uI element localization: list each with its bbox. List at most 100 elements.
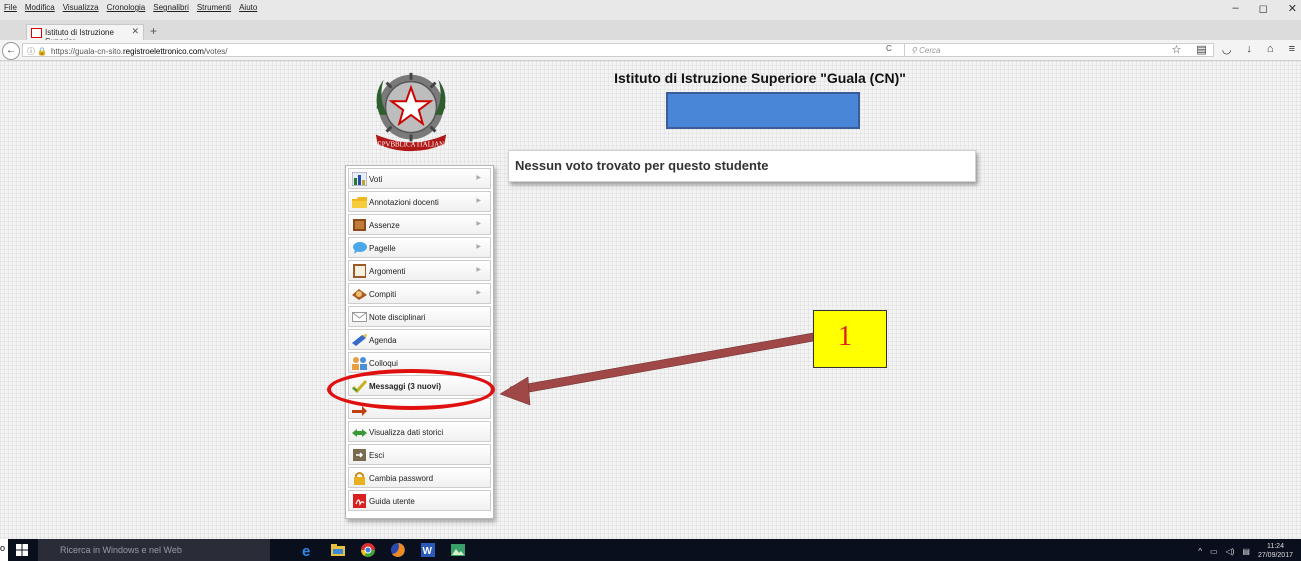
side-menu: Voti ▶ Annotazioni docenti ▶ Assenze ▶ P… [345, 165, 494, 519]
menu-item-cambia-password[interactable]: Cambia password [348, 467, 491, 488]
menu-aiuto[interactable]: Aiuto [239, 3, 257, 12]
tab-close-icon[interactable]: ✕ [131, 26, 139, 37]
notification-icon[interactable]: ▤ [1242, 547, 1250, 556]
search-icon: ⚲ [911, 46, 920, 55]
menu-item-note-disciplinari[interactable]: Note disciplinari [348, 306, 491, 327]
volume-icon[interactable]: ◁) [1226, 547, 1235, 556]
photos-icon[interactable] [450, 542, 466, 558]
clock-date: 27/09/2017 [1257, 552, 1293, 559]
clipboard-icon[interactable]: ▤ [1196, 43, 1206, 56]
redaction-block [666, 92, 860, 129]
menu-item-visualizza-dati-storici[interactable]: Visualizza dati storici [348, 421, 491, 442]
file-explorer-icon[interactable] [330, 542, 346, 558]
toolbar-icons: ☆ ▤ ◡ ↓ ⌂ ≡ [1172, 43, 1295, 56]
speech-bubble-icon [353, 242, 367, 254]
menu-item-compiti[interactable]: Compiti ▶ [348, 283, 491, 304]
browser-tab[interactable]: Istituto di Istruzione Superior ✕ [26, 24, 144, 46]
windows-start-icon[interactable] [16, 544, 28, 556]
url-path: /votes/ [203, 47, 228, 56]
menu-strumenti[interactable]: Strumenti [197, 3, 231, 12]
pdf-icon [353, 494, 366, 508]
menu-item-label: Pagelle [369, 244, 396, 253]
clock[interactable]: 11:24 27/09/2017 [1258, 542, 1293, 560]
page-content: REPVBBLICA ITALIANA Istituto di Istruzio… [0, 61, 1301, 539]
submenu-arrow-icon: ▶ [476, 198, 481, 204]
chart-icon [352, 172, 367, 186]
school-title: Istituto di Istruzione Superiore "Guala … [614, 70, 906, 86]
corner-mark: o [0, 543, 6, 553]
annotation-arrow [499, 332, 815, 406]
menu-item-label: Colloqui [369, 359, 398, 368]
edge-icon[interactable]: e [300, 542, 316, 558]
firefox-icon[interactable] [390, 542, 406, 558]
menu-cronologia[interactable]: Cronologia [107, 3, 146, 12]
browser-menubar: File Modifica Visualizza Cronologia Segn… [0, 0, 1301, 20]
menu-item-label: Visualizza dati storici [369, 428, 444, 437]
clock-time: 11:24 [1266, 543, 1284, 550]
submenu-arrow-icon: ▶ [476, 221, 481, 227]
lock-icon [354, 472, 365, 485]
taskbar-search-input[interactable]: Ricerca in Windows e nel Web [38, 539, 270, 561]
menu-segnalibri[interactable]: Segnalibri [153, 3, 189, 12]
menu-item-voti[interactable]: Voti ▶ [348, 168, 491, 189]
url-domain: registroelettronico.com [123, 47, 204, 56]
network-icon[interactable]: ▭ [1210, 547, 1218, 556]
menu-item-agenda[interactable]: Agenda [348, 329, 491, 350]
envelope-icon [352, 312, 367, 322]
pen-icon [352, 334, 367, 346]
menu-item-label: Voti [369, 175, 383, 184]
svg-text:REPVBBLICA ITALIANA: REPVBBLICA ITALIANA [373, 141, 449, 148]
hamburger-menu-icon[interactable]: ≡ [1289, 43, 1295, 56]
menu-item-label: Esci [369, 451, 385, 460]
menu-item-label: Compiti [369, 290, 397, 299]
tray-chevron-icon[interactable]: ^ [1198, 547, 1202, 556]
window-controls: – ◻ ✕ [1233, 2, 1297, 15]
people-icon [352, 357, 367, 370]
menu-modifica[interactable]: Modifica [25, 3, 55, 12]
tab-strip: Istituto di Istruzione Superior ✕ + [0, 20, 1301, 46]
italian-republic-emblem-icon: REPVBBLICA ITALIANA [373, 72, 449, 152]
menu-item-argomenti[interactable]: Argomenti ▶ [348, 260, 491, 281]
system-tray: ^ ▭ ◁) ▤ 11:24 27/09/2017 [1198, 542, 1293, 560]
annotation-ellipse [327, 369, 495, 410]
folder-icon [352, 197, 367, 208]
windows-taskbar: Ricerca in Windows e nel Web e W ^ ▭ ◁) … [8, 539, 1301, 561]
taskbar-apps: e W [300, 542, 466, 558]
maximize-button[interactable]: ◻ [1259, 2, 1268, 15]
pocket-icon[interactable]: ◡ [1222, 43, 1232, 56]
minimize-button[interactable]: – [1233, 2, 1239, 15]
svg-text:e: e [302, 543, 310, 558]
menu-item-label: Cambia password [369, 474, 434, 483]
annotation-label-box: 1 [813, 310, 887, 368]
menu-visualizza[interactable]: Visualizza [63, 3, 99, 12]
menu-item-label: Note disciplinari [369, 313, 426, 322]
home-icon[interactable]: ⌂ [1267, 43, 1274, 56]
submenu-arrow-icon: ▶ [476, 175, 481, 181]
menu-item-label: Guida utente [369, 497, 415, 506]
chrome-icon[interactable] [360, 542, 376, 558]
download-icon[interactable]: ↓ [1246, 43, 1252, 56]
taskbar-search-placeholder: Ricerca in Windows e nel Web [60, 545, 182, 555]
close-window-button[interactable]: ✕ [1288, 2, 1297, 15]
menu-item-label: Argomenti [369, 267, 406, 276]
info-icon[interactable]: ⓘ [27, 47, 35, 56]
url-prefix: https://guala-cn-sito. [50, 47, 124, 56]
submenu-arrow-icon: ▶ [476, 267, 481, 273]
menu-item-assenze[interactable]: Assenze ▶ [348, 214, 491, 235]
menu-item-guida-utente[interactable]: Guida utente [348, 490, 491, 511]
menu-item-pagelle[interactable]: Pagelle ▶ [348, 237, 491, 258]
submenu-arrow-icon: ▶ [476, 290, 481, 296]
double-arrow-icon [352, 429, 367, 437]
new-tab-button[interactable]: + [150, 24, 157, 38]
url-bar[interactable]: ⓘ 🔒 https://guala-cn-sito.registroelettron… [22, 43, 908, 57]
menu-item-esci[interactable]: Esci [348, 444, 491, 465]
menu-file[interactable]: File [4, 3, 17, 12]
menu-item-annotazioni-docenti[interactable]: Annotazioni docenti ▶ [348, 191, 491, 212]
search-input[interactable]: ⚲ Cerca [904, 43, 1214, 57]
back-button[interactable]: ← [2, 42, 20, 60]
word-icon[interactable]: W [420, 542, 436, 558]
tab-favicon-icon [31, 28, 42, 38]
navigation-bar: ← ⓘ 🔒 https://guala-cn-sito.registroelettr… [0, 40, 1301, 61]
reload-icon[interactable]: C [886, 44, 892, 53]
bookmark-star-icon[interactable]: ☆ [1172, 43, 1182, 56]
